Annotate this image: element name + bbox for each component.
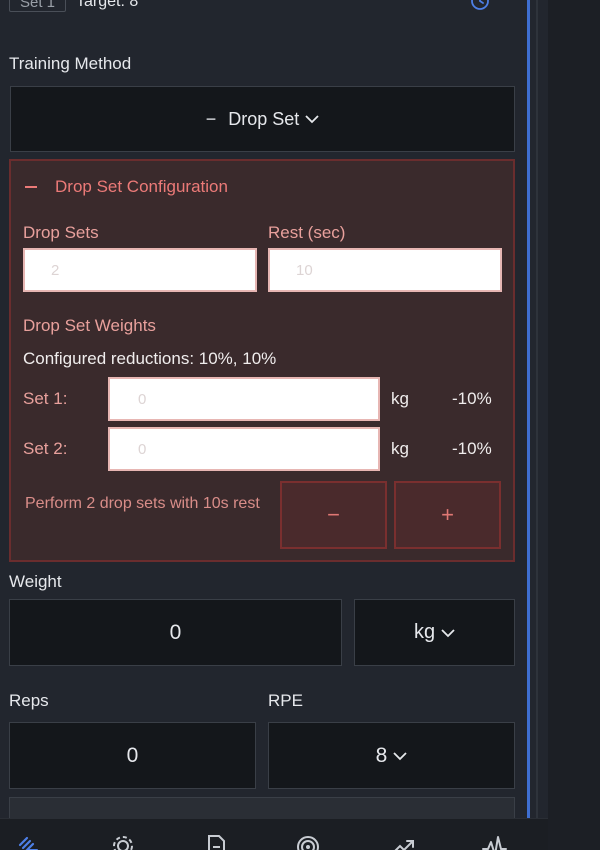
scrollbar[interactable] xyxy=(527,0,530,818)
drop-set-config-title: Drop Set Configuration xyxy=(55,177,228,196)
set-chip[interactable]: Set 1 xyxy=(9,0,67,12)
drop-set-config-panel: Drop Set Configuration Drop Sets Rest (s… xyxy=(9,159,515,562)
set-header: Set 1 Target: 8 xyxy=(9,0,138,12)
target-icon[interactable] xyxy=(295,833,321,850)
set-1-placeholder: 0 xyxy=(138,390,147,408)
set-2-placeholder: 0 xyxy=(138,440,147,458)
set-1-weight-input[interactable]: 0 xyxy=(108,377,380,421)
chevron-down-icon xyxy=(393,751,407,760)
panel-divider xyxy=(536,0,538,818)
collapse-icon xyxy=(25,186,37,188)
set-2-reduction: -10% xyxy=(452,439,492,458)
dumbbell-icon[interactable] xyxy=(17,833,43,850)
drop-sets-input[interactable]: 2 xyxy=(23,248,257,292)
set-2-weight-input[interactable]: 0 xyxy=(108,427,380,471)
training-method-select[interactable]: − Drop Set xyxy=(10,86,515,152)
set-1-unit: kg xyxy=(391,389,409,408)
weight-unit-value: kg xyxy=(413,621,436,643)
drop-sets-placeholder: 2 xyxy=(51,261,60,279)
weight-unit-select[interactable]: kg xyxy=(354,599,515,666)
set-2-label: Set 2: xyxy=(23,439,68,458)
document-icon[interactable] xyxy=(203,833,229,850)
drop-set-config-toggle[interactable]: Drop Set Configuration xyxy=(25,177,228,197)
configured-reductions-text: Configured reductions: 10%, 10% xyxy=(23,349,277,368)
gear-icon[interactable] xyxy=(110,833,136,850)
rpe-select[interactable]: 8 xyxy=(268,722,515,789)
training-method-label: Training Method xyxy=(9,54,132,73)
weight-label: Weight xyxy=(9,572,62,591)
trend-icon[interactable] xyxy=(390,833,416,850)
rest-input[interactable]: 10 xyxy=(268,248,502,292)
reps-label: Reps xyxy=(9,691,49,710)
reps-input[interactable]: 0 xyxy=(9,722,256,789)
weight-input[interactable]: 0 xyxy=(9,599,342,666)
rpe-value: 8 xyxy=(375,743,388,767)
set-1-reduction: -10% xyxy=(452,389,492,408)
rest-label: Rest (sec) xyxy=(268,223,346,242)
set-2-unit: kg xyxy=(391,439,409,458)
set-1-label: Set 1: xyxy=(23,389,68,408)
side-gutter xyxy=(548,0,600,850)
weight-value: 0 xyxy=(169,620,182,644)
chevron-down-icon xyxy=(441,628,455,637)
increment-drop-sets-button[interactable]: + xyxy=(394,481,501,549)
rest-placeholder: 10 xyxy=(296,261,313,279)
activity-icon[interactable] xyxy=(481,833,507,850)
minus-icon: − xyxy=(205,108,217,129)
chevron-down-icon xyxy=(305,115,319,124)
drop-set-weights-label: Drop Set Weights xyxy=(23,316,156,335)
decrement-drop-sets-button[interactable]: − xyxy=(280,481,387,549)
clock-icon[interactable] xyxy=(470,0,490,12)
drop-sets-label: Drop Sets xyxy=(23,223,99,242)
rpe-label: RPE xyxy=(268,691,303,710)
bottom-nav xyxy=(0,818,548,850)
workout-logger-screen: Set 1 Target: 8 Training Method − Drop S… xyxy=(0,0,600,850)
drop-set-summary: Perform 2 drop sets with 10s rest xyxy=(25,495,260,512)
training-method-value: Drop Set xyxy=(228,108,300,129)
target-text: Target: 8 xyxy=(76,0,139,10)
reps-value: 0 xyxy=(126,743,139,767)
